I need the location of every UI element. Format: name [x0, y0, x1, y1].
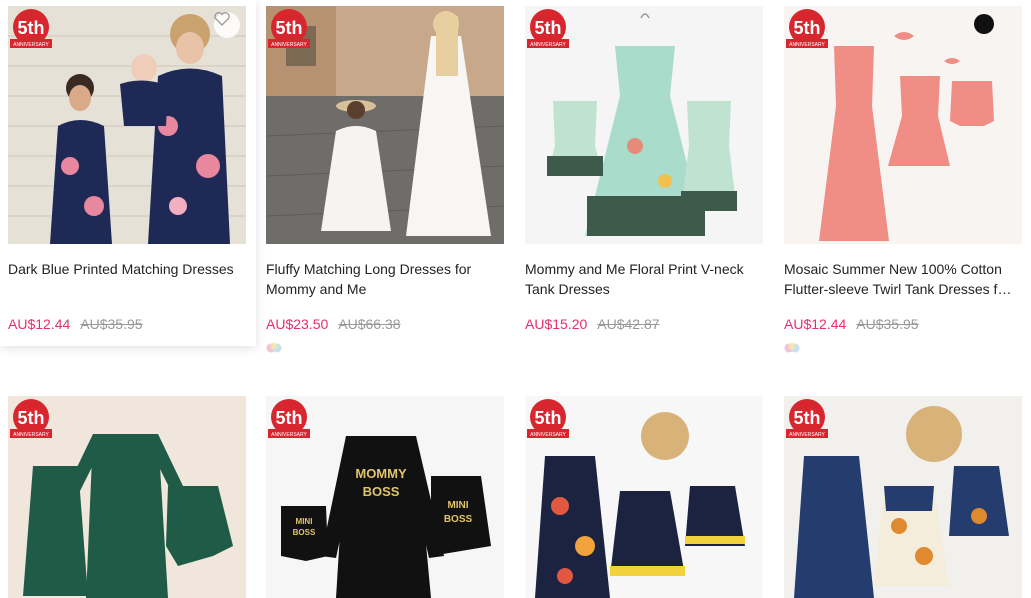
anniversary-badge-icon: 5th ANNIVERSARY — [268, 399, 310, 438]
product-card[interactable]: 5th ANNIVERSARY — [776, 0, 1028, 598]
svg-text:5th: 5th — [794, 408, 821, 428]
svg-text:BOSS: BOSS — [363, 484, 400, 499]
svg-text:5th: 5th — [18, 408, 45, 428]
svg-text:BOSS: BOSS — [444, 514, 473, 525]
svg-text:MINI: MINI — [296, 517, 313, 526]
svg-text:5th: 5th — [276, 408, 303, 428]
svg-text:ANNIVERSARY: ANNIVERSARY — [271, 432, 307, 438]
product-card[interactable]: MOMMY BOSS MINI BOSS MINI BOSS 5th ANNIV… — [258, 0, 514, 598]
product-image[interactable]: 5th ANNIVERSARY — [525, 396, 763, 598]
svg-text:MOMMY: MOMMY — [355, 466, 407, 481]
product-image[interactable]: 5th ANNIVERSARY — [784, 396, 1022, 598]
product-card[interactable]: 5th ANNIVERSARY — [0, 0, 256, 598]
svg-text:5th: 5th — [535, 408, 562, 428]
product-image[interactable]: MOMMY BOSS MINI BOSS MINI BOSS 5th ANNIV… — [266, 396, 504, 598]
svg-text:ANNIVERSARY: ANNIVERSARY — [789, 432, 825, 438]
svg-text:BOSS: BOSS — [293, 528, 316, 537]
anniversary-badge-icon: 5th ANNIVERSARY — [10, 399, 52, 438]
product-grid: 5th ANNIVERSARY Dark Blue Printed Matchi… — [0, 0, 1031, 598]
product-image[interactable]: 5th ANNIVERSARY — [8, 396, 246, 598]
anniversary-badge-icon: 5th ANNIVERSARY — [786, 399, 828, 438]
product-card[interactable]: 5th ANNIVERSARY — [517, 0, 773, 598]
svg-text:ANNIVERSARY: ANNIVERSARY — [13, 432, 49, 438]
svg-text:ANNIVERSARY: ANNIVERSARY — [530, 432, 566, 438]
anniversary-badge-icon: 5th ANNIVERSARY — [527, 399, 569, 438]
svg-text:MINI: MINI — [447, 500, 468, 511]
